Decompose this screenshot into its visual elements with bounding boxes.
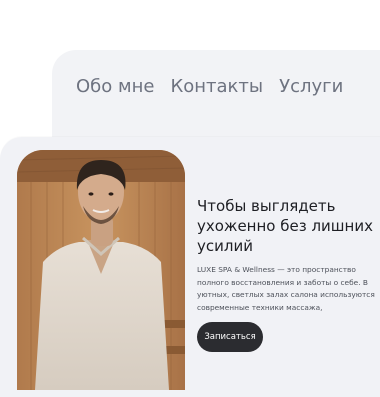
sauna-portrait-image bbox=[17, 150, 185, 390]
nav-item-contacts[interactable]: Контакты bbox=[170, 76, 263, 97]
hero-title-line-2: ухоженно без лишних bbox=[197, 217, 373, 235]
hero-photo bbox=[17, 150, 185, 390]
hero-title-line-1: Чтобы выглядеть bbox=[197, 197, 336, 215]
book-button[interactable]: Записаться bbox=[197, 322, 263, 352]
hero-description-line-2: полного восстановления и заботы о себе. … bbox=[197, 277, 368, 287]
nav-item-about[interactable]: Обо мне bbox=[76, 76, 154, 97]
hero-description-line-4: современные техники массажа, профессион.… bbox=[197, 302, 323, 312]
hero-description-line-1: LUXE SPA & Wellness — это пространство bbox=[197, 265, 356, 274]
hero-description-line-3: уютных, светлых залах салона используютс… bbox=[197, 290, 375, 299]
hero-title-line-3: усилий bbox=[197, 237, 253, 255]
main-nav: Обо мне Контакты Услуги bbox=[76, 76, 343, 97]
nav-item-services[interactable]: Услуги bbox=[279, 76, 343, 97]
hero-title: Чтобы выглядеть ухоженно без лишних усил… bbox=[197, 196, 373, 256]
hero-description: LUXE SPA & Wellness — это пространство п… bbox=[197, 264, 377, 314]
